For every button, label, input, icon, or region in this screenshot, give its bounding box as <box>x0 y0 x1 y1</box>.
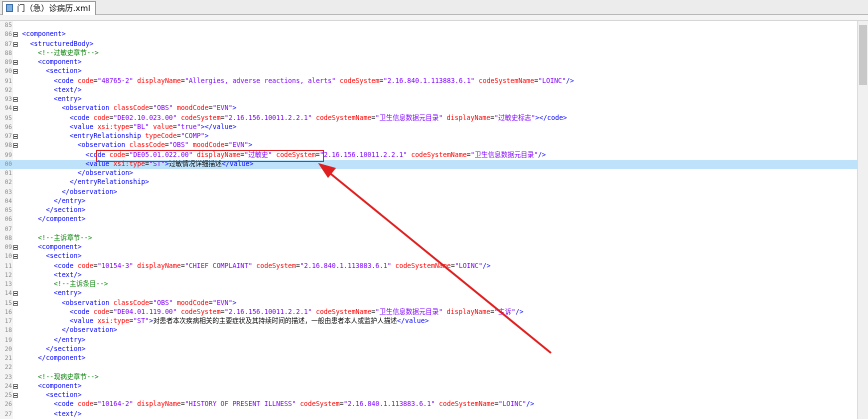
annotation-arrow-icon <box>318 163 552 354</box>
